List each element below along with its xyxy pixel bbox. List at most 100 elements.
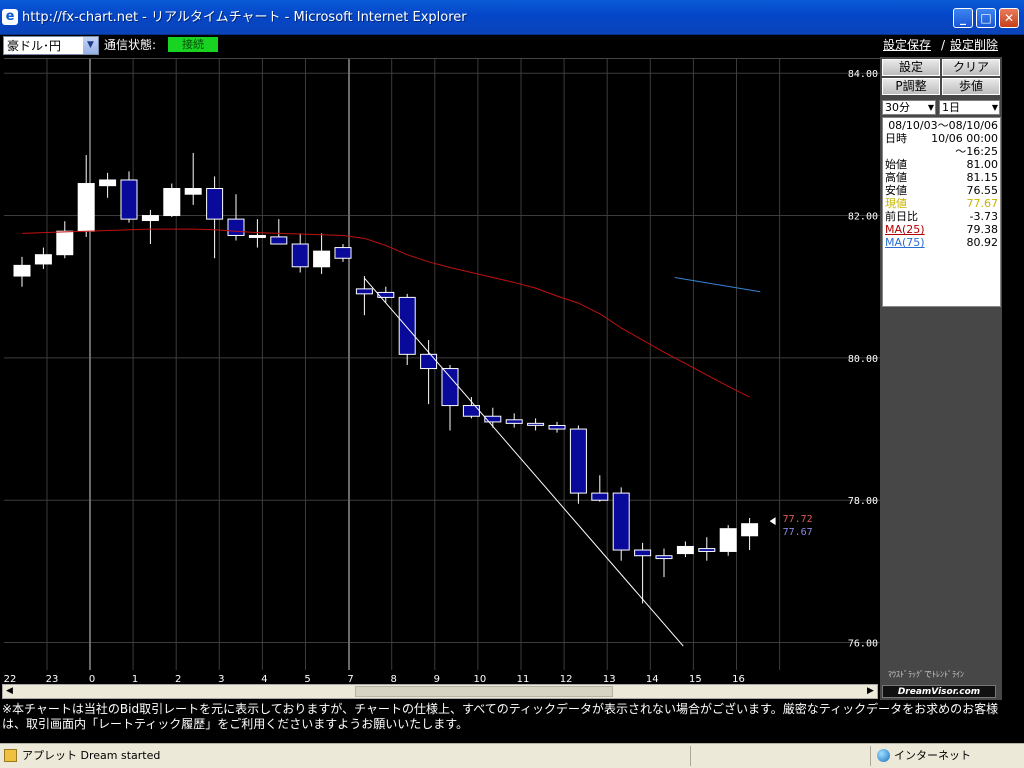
info-label: 高値: [885, 171, 907, 184]
info-label: MA(25): [885, 223, 925, 236]
minimize-button[interactable]: _: [953, 8, 973, 28]
candle-up: [34, 254, 52, 265]
connection-status-label: 通信状態:: [104, 38, 157, 52]
currency-pair-select[interactable]: 豪ドル･円 ▼: [3, 36, 99, 55]
chevron-down-icon[interactable]: ▼: [928, 101, 934, 114]
price-info-box: 08/10/03～08/10/06 日時 10/06 00:00 ～16:25 始値 8…: [882, 117, 1001, 307]
info-label: 現値: [885, 197, 907, 210]
info-value: -3.73: [969, 210, 998, 223]
interval-value: 30分: [885, 101, 910, 114]
info-value: 79.38: [966, 223, 999, 236]
info-value: ～16:25: [955, 145, 998, 158]
close-button[interactable]: ✕: [999, 8, 1019, 28]
applet-icon: [4, 749, 17, 762]
ma75-line: [674, 276, 761, 293]
status-bar: アプレット Dream started インターネット: [0, 743, 1024, 768]
candle-down: [548, 424, 566, 430]
candle-down: [420, 353, 438, 370]
scroll-thumb[interactable]: [355, 686, 613, 697]
candle-down: [270, 236, 288, 245]
ie-icon: e: [2, 9, 18, 25]
y-tick-label: 78.00: [848, 496, 878, 507]
status-divider: [690, 746, 691, 766]
clear-button[interactable]: クリア: [942, 59, 1000, 76]
span-select[interactable]: 1日 ▼: [939, 100, 1000, 115]
candle-down: [655, 555, 673, 560]
y-tick-label: 76.00: [848, 639, 878, 650]
info-label: 前日比: [885, 210, 918, 223]
info-date-range: 08/10/03～08/10/06: [885, 120, 998, 132]
info-row-change: 前日比 -3.73: [885, 211, 998, 223]
candlestick-chart[interactable]: 84.00 82.00 80.00 78.00 76.00 77.72 77.67: [4, 58, 880, 671]
currency-pair-value: 豪ドル･円: [7, 39, 62, 53]
candle-down: [527, 422, 545, 426]
info-label: 日時: [885, 132, 907, 145]
info-row-ma75: MA(75) 80.92: [885, 237, 998, 249]
maximize-button[interactable]: □: [976, 8, 996, 28]
x-axis-row: 22 23 0 1 2 3 4 5 7 8 9 10 11 12 13 14 15 16: [0, 670, 880, 685]
candle-down: [291, 243, 309, 268]
horizontal-scrollbar[interactable]: ◀ ▶: [2, 684, 878, 699]
ma25-line: [21, 228, 750, 398]
candle-up: [163, 188, 181, 217]
info-label: 始値: [885, 158, 907, 171]
candle-up: [77, 183, 95, 232]
side-panel: 設定 クリア P調整 歩値 30分 ▼ 1日 ▼ 08/10/03～08/10/…: [880, 57, 1002, 700]
disclaimer-notice: ※本チャートは当社のBid取引レートを元に表示しておりますが、チャートの仕様上、…: [2, 702, 999, 731]
status-divider: [870, 746, 871, 766]
candle-down: [612, 492, 630, 551]
scroll-left-icon[interactable]: ◀: [3, 685, 16, 698]
info-value: 77.67: [966, 197, 999, 210]
candle-down: [398, 296, 416, 355]
trendline-drag-hint: ﾏｳｽﾄﾞﾗｯｸﾞでﾄﾚﾝﾄﾞﾗｲﾝ: [888, 670, 964, 679]
price-adjust-button[interactable]: P調整: [882, 78, 940, 95]
bid-price-label: 77.67: [783, 527, 813, 538]
candle-up: [184, 188, 202, 195]
info-row-low: 安値 76.55: [885, 185, 998, 197]
chevron-down-icon[interactable]: ▼: [992, 101, 998, 114]
candle-down: [569, 428, 587, 494]
info-row-high: 高値 81.15: [885, 172, 998, 184]
info-row-current: 現値 77.67: [885, 198, 998, 210]
trendline: [364, 277, 684, 647]
right-edge-strip: [1002, 57, 1024, 743]
info-label: 安値: [885, 184, 907, 197]
info-value: 81.15: [966, 171, 999, 184]
delete-settings-link[interactable]: 設定削除: [950, 38, 998, 52]
candle-down: [591, 492, 609, 501]
candle-down: [227, 218, 245, 236]
save-settings-link[interactable]: 設定保存: [883, 38, 931, 52]
interval-select[interactable]: 30分 ▼: [882, 100, 936, 115]
ask-price-label: 77.72: [783, 514, 813, 525]
candle-up: [741, 523, 759, 537]
link-separator: /: [941, 38, 946, 52]
info-row-datetime: 日時 10/06 00:00: [885, 133, 998, 145]
settings-button[interactable]: 設定: [882, 59, 940, 76]
candle-up: [248, 234, 266, 238]
y-tick-label: 82.00: [848, 212, 878, 223]
y-tick-label: 84.00: [848, 69, 878, 80]
candle-down: [441, 368, 459, 407]
info-value: 80.92: [966, 236, 999, 249]
candle-down: [462, 405, 480, 417]
chevron-down-icon[interactable]: ▼: [83, 37, 98, 54]
span-value: 1日: [942, 101, 960, 114]
candle-up: [676, 545, 694, 555]
candle-up: [99, 179, 117, 187]
connection-status-badge: 接続: [168, 37, 218, 52]
candle-down: [120, 179, 138, 220]
brand-logo[interactable]: DreamVisor.com: [882, 685, 996, 698]
globe-icon: [877, 749, 890, 762]
candle-down: [334, 247, 352, 259]
tick-values-button[interactable]: 歩値: [942, 78, 1000, 95]
candle-down: [355, 288, 373, 295]
info-row-open: 始値 81.00: [885, 159, 998, 171]
candle-up: [56, 230, 74, 256]
title-bar: e http://fx-chart.net - リアルタイムチャート - Mic…: [0, 0, 1024, 35]
info-label: MA(75): [885, 236, 925, 249]
chart-canvas[interactable]: 84.00 82.00 80.00 78.00 76.00 77.72 77.67: [4, 59, 880, 671]
scroll-right-icon[interactable]: ▶: [864, 685, 877, 698]
info-value: 76.55: [966, 184, 999, 197]
candle-down: [206, 188, 224, 220]
price-pointer-icon: [769, 517, 776, 526]
